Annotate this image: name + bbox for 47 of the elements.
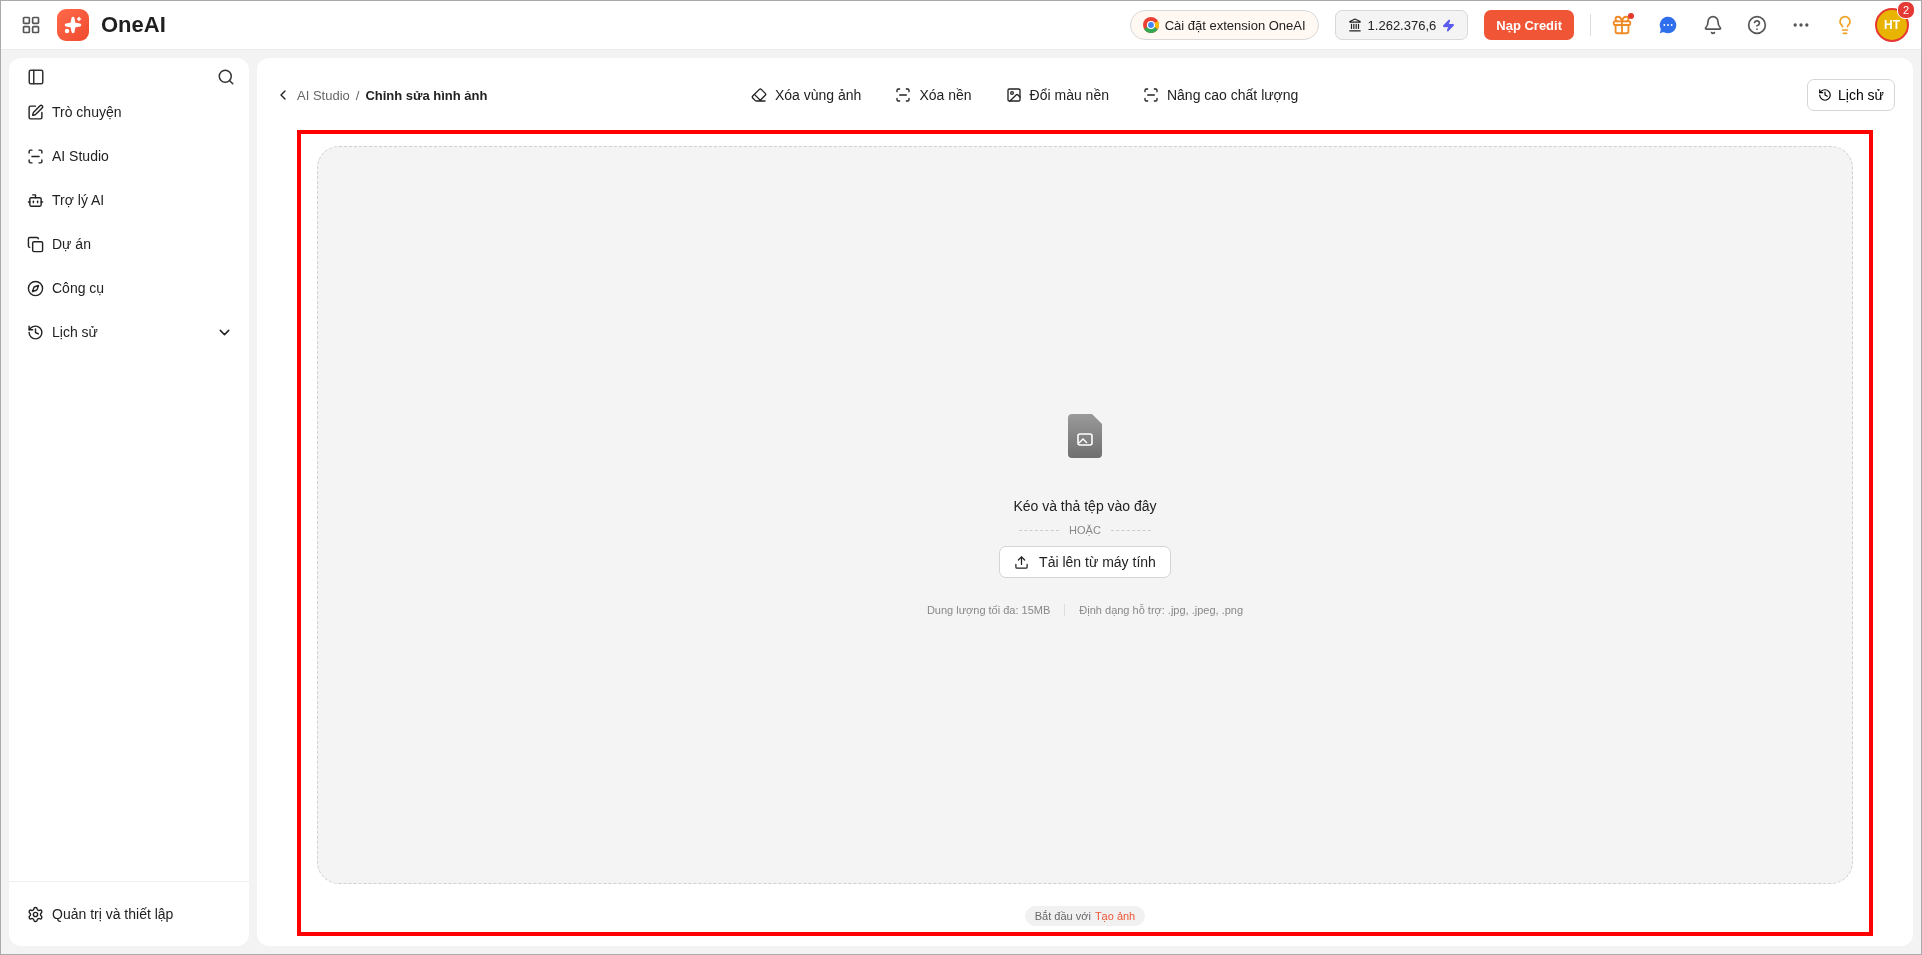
tool-tab[interactable]: Nâng cao chất lượng [1140,83,1301,107]
nav-icon [27,147,44,165]
sidebar-item[interactable]: Công cụ [9,266,249,310]
breadcrumb-separator: / [355,87,360,103]
upload-button[interactable]: Tải lên từ máy tính [999,546,1171,578]
sidebar-item[interactable]: Quản trị và thiết lập [9,892,249,936]
sidebar-item[interactable]: Lịch sử [9,310,249,354]
sidebar-item[interactable]: Trợ lý AI [9,178,249,222]
formats-note: Định dạng hỗ trợ: .jpg, .jpeg, .png [1079,604,1244,616]
browser-logo-icon [1142,17,1159,33]
bank-icon [1347,18,1362,32]
apps-grid-icon[interactable] [21,15,41,35]
sidebar-toggle-icon[interactable] [27,68,45,86]
search-icon[interactable] [217,68,235,86]
tool-tab[interactable]: Đổi màu nền [1003,83,1111,107]
sidebar-item[interactable]: AI Studio [9,134,249,178]
brand-name: OneAI [101,12,166,38]
upload-icon [1014,554,1030,570]
settings-icon [27,905,44,923]
nav-icon [27,103,44,121]
nav-icon [27,191,44,209]
tool-icon [1142,87,1159,103]
history-button[interactable]: Lịch sử [1807,79,1895,111]
install-extension-button[interactable]: Cài đặt extension OneAI [1129,10,1319,40]
tool-tab[interactable]: Xóa nền [893,83,974,107]
nav-icon [27,279,44,297]
tool-icon [895,87,912,103]
nav-icon [27,323,44,341]
or-divider-label: HOẶC [1069,524,1101,536]
tool-icon [1005,87,1022,103]
logo-icon [57,9,89,41]
start-hint-text: Bắt đầu với [1034,910,1091,922]
breadcrumb-link[interactable]: AI Studio [297,87,350,103]
notification-badge: 2 [1897,1,1915,19]
drop-instruction: Kéo và thả tệp vào đây [1013,498,1157,514]
credit-balance[interactable]: 1.262.376,6 [1334,10,1469,40]
lightning-icon [1442,18,1456,32]
max-size-note: Dung lượng tối đa: 15MB [926,604,1051,616]
image-file-icon [1068,414,1102,458]
sidebar-item[interactable]: Dự án [9,222,249,266]
breadcrumb-current: Chỉnh sửa hình ảnh [365,87,488,103]
nav-icon [27,235,44,253]
drop-zone[interactable]: Kéo và thả tệp vào đây HOẶC Tải lên từ máy tính Dung lượng tối đa: 15MB Định dạng hỗ trợ: .jpg, .jpeg, .png [317,146,1853,884]
history-icon [1818,88,1833,102]
sidebar-item[interactable]: Trò chuyện [9,90,249,134]
tool-tab[interactable]: Xóa vùng ảnh [749,83,864,107]
tool-icon [751,87,767,103]
